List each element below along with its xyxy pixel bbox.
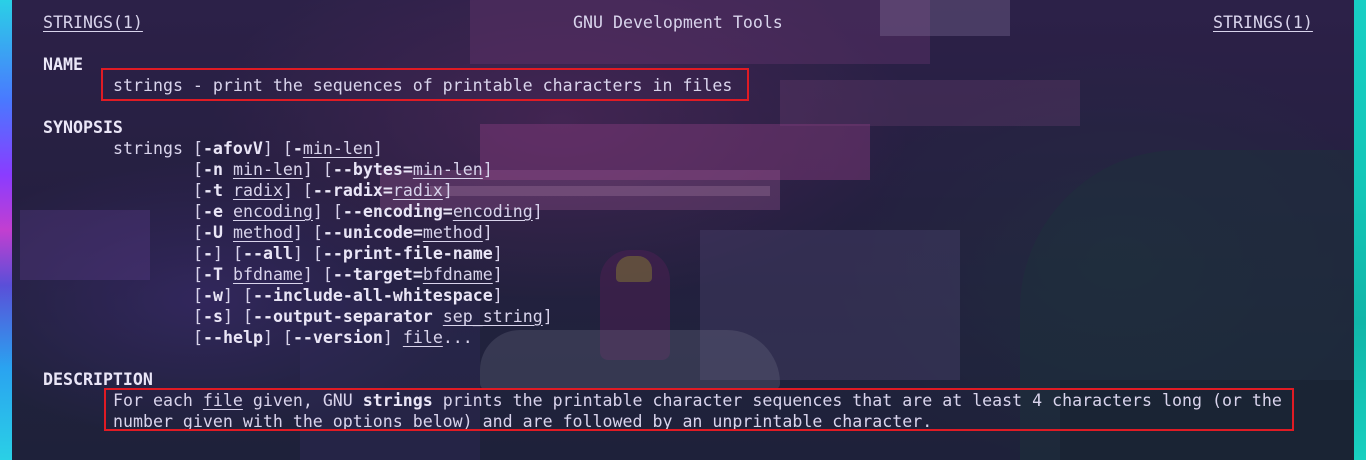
man-line: [-T bfdname] [--target=bfdname]: [193, 264, 503, 285]
text-segment: [: [193, 223, 203, 242]
argument: min-len: [412, 160, 483, 179]
man-line: [--help] [--version] file...: [193, 327, 473, 348]
option-flag: -T: [203, 265, 223, 284]
man-line: [-t radix] [--radix=radix]: [193, 180, 453, 201]
argument: radix: [392, 181, 443, 200]
text-segment: ] [: [222, 286, 253, 305]
text-segment: ]: [482, 223, 493, 242]
text-segment: strings: [113, 139, 193, 158]
header-right: STRINGS(1): [1213, 13, 1313, 32]
text-segment: ] [: [292, 223, 323, 242]
text-segment: ]: [382, 328, 403, 347]
section-heading-description: DESCRIPTION: [43, 370, 153, 389]
man-line: [-s] [--output-separator sep_string]: [193, 306, 553, 327]
argument: method: [422, 223, 483, 242]
text-segment: ] [: [292, 244, 323, 263]
text-segment: [223, 181, 233, 200]
argument: radix: [232, 181, 283, 200]
argument: file: [402, 328, 443, 347]
option-flag: -afovV: [202, 139, 263, 158]
text-segment: ...: [442, 328, 473, 347]
option-flag: --radix=: [312, 181, 393, 200]
text-segment: [: [193, 244, 203, 263]
text-segment: ]: [372, 139, 383, 158]
text-segment: ] [: [262, 139, 293, 158]
text-segment: [223, 223, 233, 242]
header-left: STRINGS(1): [43, 13, 143, 32]
option-flag: --output-separator: [252, 307, 433, 326]
man-line: [-] [--all] [--print-file-name]: [193, 243, 503, 264]
argument: min-len: [302, 139, 373, 158]
man-line: [-n min-len] [--bytes=min-len]: [193, 159, 493, 180]
option-flag: -U: [203, 223, 223, 242]
header-center: GNU Development Tools: [573, 13, 783, 32]
text-segment: ]: [532, 202, 543, 221]
text-segment: [223, 202, 233, 221]
text-segment: ] [: [222, 307, 253, 326]
text-segment: [: [193, 286, 203, 305]
text-segment: [: [193, 202, 203, 221]
argument: min-len: [232, 160, 303, 179]
highlight-box-name: [101, 68, 749, 101]
option-flag: --bytes=: [332, 160, 413, 179]
option-flag: --target=: [332, 265, 423, 284]
option-flag: --include-all-whitespace: [252, 286, 493, 305]
option-flag: --unicode=: [322, 223, 423, 242]
option-flag: --all: [242, 244, 293, 263]
option-flag: -w: [203, 286, 223, 305]
text-segment: ]: [482, 160, 493, 179]
option-flag: --help: [203, 328, 263, 347]
option-flag: -t: [203, 181, 223, 200]
option-flag: -s: [203, 307, 223, 326]
text-segment: [: [193, 307, 203, 326]
text-segment: [: [192, 139, 203, 158]
argument: method: [232, 223, 293, 242]
text-segment: [223, 265, 233, 284]
text-segment: [: [193, 160, 203, 179]
text-segment: [: [193, 265, 203, 284]
text-segment: ]: [542, 307, 553, 326]
section-heading-name: NAME: [43, 55, 83, 74]
argument: encoding: [452, 202, 533, 221]
text-segment: [: [193, 328, 203, 347]
text-segment: ] [: [302, 265, 333, 284]
argument: sep_string: [442, 307, 543, 326]
text-segment: ] [: [302, 160, 333, 179]
argument: bfdname: [232, 265, 303, 284]
text-segment: [: [193, 181, 203, 200]
argument: bfdname: [422, 265, 493, 284]
option-flag: --version: [292, 328, 383, 347]
option-flag: -e: [203, 202, 223, 221]
text-segment: ] [: [262, 328, 293, 347]
option-flag: --print-file-name: [322, 244, 493, 263]
text-segment: [223, 160, 233, 179]
highlight-box-description: [104, 388, 1294, 431]
option-flag: -: [292, 139, 303, 158]
man-line: strings [-afovV] [-min-len]: [113, 138, 383, 159]
text-segment: ]: [492, 265, 503, 284]
option-flag: -: [203, 244, 213, 263]
argument: encoding: [232, 202, 313, 221]
man-line: [-e encoding] [--encoding=encoding]: [193, 201, 543, 222]
option-flag: --encoding=: [342, 202, 453, 221]
text-segment: ]: [492, 244, 503, 263]
text-segment: ] [: [312, 202, 343, 221]
man-line: [-U method] [--unicode=method]: [193, 222, 493, 243]
text-segment: ]: [492, 286, 503, 305]
text-segment: ] [: [282, 181, 313, 200]
man-line: [-w] [--include-all-whitespace]: [193, 285, 503, 306]
section-heading-synopsis: SYNOPSIS: [43, 118, 123, 137]
option-flag: -n: [203, 160, 223, 179]
text-segment: ]: [442, 181, 453, 200]
text-segment: ] [: [213, 244, 243, 263]
text-segment: [433, 307, 443, 326]
